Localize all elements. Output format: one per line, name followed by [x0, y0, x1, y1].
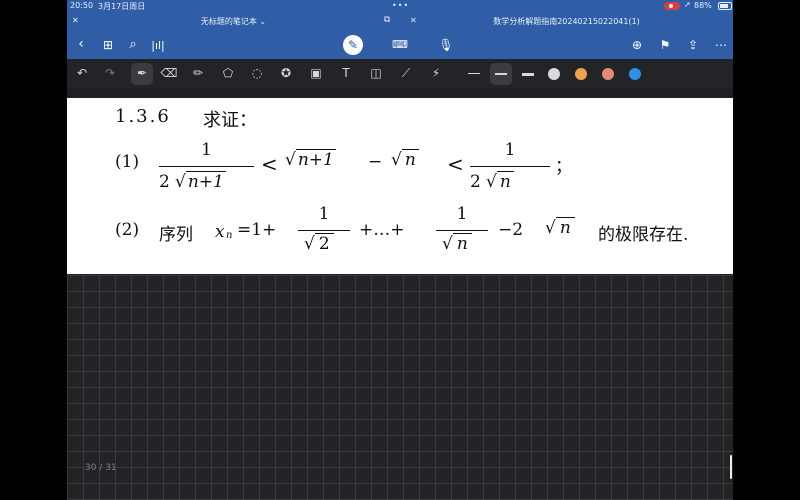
f2-radicand: n [452, 233, 472, 254]
audio-icon[interactable]: |ıl| [149, 39, 167, 52]
less-than-2: < [447, 152, 464, 176]
multitask-dots-icon[interactable]: ••• [392, 1, 409, 10]
tab-left-label: 无标题的笔记本 [200, 17, 257, 26]
f2-numerator: 1 [456, 204, 468, 224]
ruler-icon[interactable]: ⟋ [397, 66, 415, 81]
tab-left-notebook[interactable]: 无标题的笔记本 ⌄ [67, 16, 400, 27]
color-swatch-salmon[interactable] [602, 68, 614, 80]
note-page[interactable]: 1.3.6 求证： (1) 1 2 √ n+1 < √ n+1 − √ n < 1 [67, 98, 733, 274]
semicolon: ； [555, 157, 572, 177]
lhs-numerator: 1 [201, 140, 212, 160]
screen-record-icon [664, 2, 680, 10]
color-swatch-orange[interactable] [575, 68, 587, 80]
limit-exists-text: 的极限存在. [598, 225, 689, 245]
keyboard-icon[interactable]: ⌨ [391, 38, 409, 51]
microphone-icon[interactable]: 🎙 [437, 38, 455, 52]
add-page-icon[interactable]: ⊕ [628, 38, 646, 52]
text-icon[interactable]: T [337, 66, 355, 80]
undo-icon[interactable]: ↶ [73, 66, 91, 80]
battery-icon [718, 2, 732, 10]
top-bar: 20:50 3月17日周日 ••• ➚ 88% ✕ 无标题的笔记本 ⌄ ⧉ ✕ … [67, 0, 733, 59]
stroke-thin-option[interactable] [468, 73, 480, 74]
f1-numerator: 1 [318, 204, 330, 224]
color-swatch-blue[interactable] [629, 68, 641, 80]
image-icon[interactable]: ▣ [307, 66, 325, 80]
tab-row: ✕ 无标题的笔记本 ⌄ ⧉ ✕ 数学分析解题指南20240215022041(1… [67, 12, 733, 30]
f1-radicand: 2 [314, 233, 334, 254]
problem-number: 1.3.6 [115, 106, 171, 127]
tab-right-label: 数学分析解题指南20240215022041(1) [493, 17, 640, 26]
app-window: 20:50 3月17日周日 ••• ➚ 88% ✕ 无标题的笔记本 ⌄ ⧉ ✕ … [67, 0, 733, 500]
rhs-den-coef: 2 [470, 172, 481, 192]
grid-view-icon[interactable]: ⊞ [99, 38, 117, 52]
eraser-icon[interactable]: ⌫ [160, 66, 178, 80]
seq-subscript: n [226, 230, 233, 241]
location-icon: ➚ [684, 0, 691, 9]
problem-heading: 1.3.6 求证： [115, 106, 257, 131]
pen-icon[interactable]: ✒ [133, 66, 151, 80]
nav-row: ‹ ⊞ ⌕ |ıl| ⌨ 🎙 ⊕ ⚑ ⇪ ⋯ [67, 30, 733, 59]
status-bar: 20:50 3月17日周日 ••• ➚ 88% [67, 0, 733, 12]
share-icon[interactable]: ⇪ [684, 38, 702, 52]
camera-icon[interactable]: ◫ [367, 66, 385, 80]
rhs-numerator: 1 [504, 140, 516, 160]
mid-radicand-2: n [401, 149, 419, 170]
drawing-toolbar: ↶ ↷ ✒ ⌫ ✏ ⬠ ◌ ✪ ▣ T ◫ ⟋ ⚡ [67, 59, 733, 89]
lasso-icon[interactable]: ◌ [248, 66, 266, 80]
highlighter-icon[interactable]: ✏ [189, 66, 207, 80]
lhs-den-coef: 2 [159, 172, 170, 192]
less-than-1: < [261, 152, 278, 176]
sticker-icon[interactable]: ✪ [277, 66, 295, 80]
part1-label: (1) [115, 152, 140, 172]
tab-right-document[interactable]: 数学分析解题指南20240215022041(1) [400, 16, 733, 27]
rhs-den-radicand: n [496, 171, 514, 192]
split-view-icon[interactable]: ⧉ [384, 15, 390, 25]
inequality-part-1: (1) 1 2 √ n+1 < √ n+1 − √ n < 1 2 √ n ； [115, 140, 572, 192]
minus-sign: − [368, 152, 383, 172]
seq-var: x [215, 222, 225, 242]
status-date: 3月17日周日 [98, 2, 146, 11]
problem-title: 求证： [203, 110, 257, 131]
lhs-den-radicand: n+1 [185, 171, 226, 192]
page-indicator: 30 / 31 [85, 463, 117, 473]
seq-text: 序列 [159, 225, 193, 245]
part2-label: (2) [115, 220, 140, 240]
tail-radicand: n [555, 217, 575, 238]
plus-dots-plus: +…+ [359, 220, 405, 240]
status-time: 20:50 [70, 1, 94, 10]
battery-percent: 88% [694, 1, 712, 10]
grid-paper[interactable] [67, 275, 733, 500]
shape-icon[interactable]: ⬠ [219, 66, 237, 80]
stroke-thick-option[interactable] [522, 73, 534, 76]
mid-radicand-1: n+1 [295, 149, 336, 170]
seq-eq: =1+ [237, 220, 277, 240]
laser-pointer-icon[interactable]: ⚡ [427, 66, 445, 80]
bookmark-icon[interactable]: ⚑ [656, 38, 674, 52]
search-icon[interactable]: ⌕ [124, 37, 142, 52]
minus-two: −2 [498, 220, 524, 240]
more-icon[interactable]: ⋯ [712, 38, 730, 52]
pencil-mode-icon[interactable]: ✎ [343, 35, 363, 55]
scrollbar[interactable] [730, 455, 732, 479]
sequence-part-2: (2) 序列 x n =1+ 1 √ 2 +…+ 1 √ n −2 √ n 的极限存在… [115, 204, 689, 254]
color-swatch-light-gray[interactable] [548, 68, 560, 80]
back-icon[interactable]: ‹ [72, 36, 90, 52]
stroke-medium-option[interactable] [495, 73, 507, 75]
redo-icon[interactable]: ↷ [101, 66, 119, 80]
